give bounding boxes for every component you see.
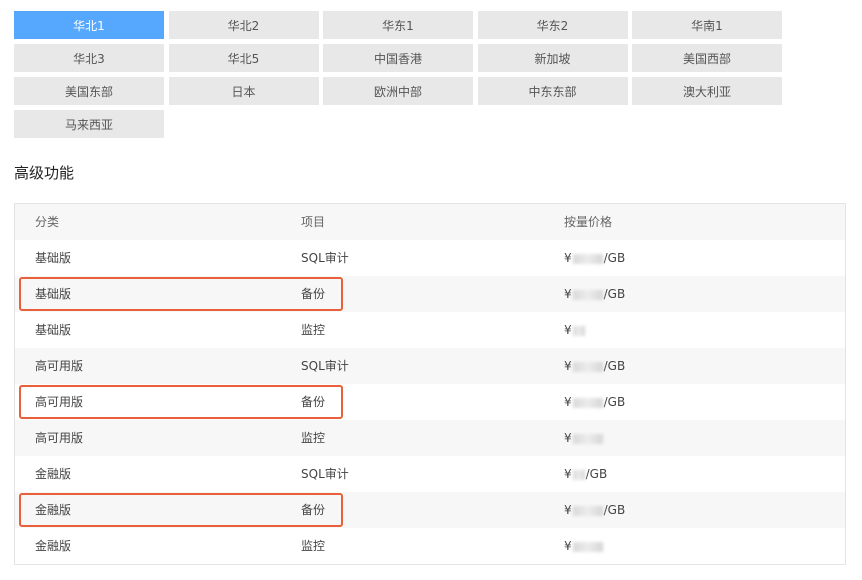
- table-header: 分类 项目 按量价格: [15, 204, 845, 240]
- price-currency: ¥: [564, 539, 572, 553]
- row-item: SQL审计: [301, 251, 349, 265]
- price-unit: /GB: [585, 467, 608, 481]
- price-currency: ¥: [564, 251, 572, 265]
- price-unit: /GB: [603, 251, 626, 265]
- redacted-price-value: [572, 541, 603, 552]
- region-tab[interactable]: 欧洲中部: [323, 77, 473, 105]
- price-currency: ¥: [564, 431, 572, 445]
- table-row: 高可用版 备份 ¥ /GB: [15, 384, 845, 420]
- price-unit: /GB: [603, 287, 626, 301]
- row-category: 高可用版: [35, 359, 84, 373]
- price-currency: ¥: [564, 287, 572, 301]
- price-currency: ¥: [564, 323, 572, 337]
- row-category: 基础版: [35, 251, 72, 265]
- row-price: ¥ /GB: [564, 348, 625, 384]
- region-tab[interactable]: 华东2: [477, 11, 628, 39]
- row-item: 备份: [301, 287, 326, 301]
- row-category: 高可用版: [35, 395, 84, 409]
- table-row: 高可用版 监控 ¥: [15, 420, 845, 456]
- redacted-price-value: [572, 325, 585, 336]
- region-tab[interactable]: 华南1: [632, 11, 782, 39]
- row-price: ¥ /GB: [564, 384, 625, 420]
- row-item: SQL审计: [301, 467, 349, 481]
- row-price: ¥ /GB: [564, 276, 625, 312]
- redacted-price-value: [572, 289, 603, 300]
- header-item: 项目: [301, 215, 326, 229]
- region-tab[interactable]: 华北1: [14, 11, 164, 39]
- region-tab[interactable]: 日本: [168, 77, 319, 105]
- price-unit: /GB: [603, 395, 626, 409]
- table-row: 基础版 监控 ¥: [15, 312, 845, 348]
- table-row: 金融版 监控 ¥: [15, 528, 845, 564]
- pricing-table: 分类 项目 按量价格 基础版 SQL审计 ¥/GB 基础版 备份 ¥/GB 基础版 监控 ¥ 高可…: [14, 203, 846, 565]
- row-item: 备份: [301, 395, 326, 409]
- region-tab[interactable]: 澳大利亚: [632, 77, 782, 105]
- region-tab[interactable]: 华北5: [168, 44, 319, 72]
- row-category: 金融版: [35, 539, 72, 553]
- region-tab[interactable]: 中东东部: [477, 77, 628, 105]
- table-row: 金融版 备份 ¥ /GB: [15, 492, 845, 528]
- header-category: 分类: [35, 215, 60, 229]
- section-title: 高级功能: [14, 164, 75, 182]
- region-tab[interactable]: 华北2: [168, 11, 319, 39]
- row-price: ¥: [564, 420, 604, 456]
- price-currency: ¥: [564, 359, 572, 373]
- row-price: ¥: [564, 528, 604, 564]
- redacted-price-value: [572, 397, 603, 408]
- row-category: 高可用版: [35, 431, 84, 445]
- redacted-price-value: [572, 505, 603, 516]
- region-tab[interactable]: 美国西部: [632, 44, 782, 72]
- row-category: 基础版: [35, 323, 72, 337]
- price-unit: /GB: [603, 503, 626, 517]
- price-currency: ¥: [564, 395, 572, 409]
- table-row: 基础版 SQL审计 ¥ /GB: [15, 240, 845, 276]
- region-tab[interactable]: 美国东部: [14, 77, 164, 105]
- redacted-price-value: [572, 361, 603, 372]
- region-tab[interactable]: 华北3: [14, 44, 164, 72]
- row-item: 监控: [301, 431, 326, 445]
- redacted-price-value: [572, 433, 603, 444]
- region-tab[interactable]: 新加坡: [477, 44, 628, 72]
- table-row: 金融版 SQL审计 ¥ /GB: [15, 456, 845, 492]
- table-row: 基础版 备份 ¥ /GB: [15, 276, 845, 312]
- price-unit: /GB: [603, 359, 626, 373]
- table-row: 高可用版 SQL审计 ¥ /GB: [15, 348, 845, 384]
- redacted-price-value: [572, 253, 603, 264]
- region-tab[interactable]: 华东1: [323, 11, 473, 39]
- price-currency: ¥: [564, 467, 572, 481]
- row-item: 监控: [301, 539, 326, 553]
- redacted-price-value: [572, 469, 585, 480]
- row-price: ¥ /GB: [564, 456, 607, 492]
- region-tab[interactable]: 马来西亚: [14, 110, 164, 138]
- row-category: 金融版: [35, 503, 72, 517]
- price-currency: ¥: [564, 503, 572, 517]
- region-tab[interactable]: 中国香港: [323, 44, 473, 72]
- row-item: 备份: [301, 503, 326, 517]
- row-category: 金融版: [35, 467, 72, 481]
- row-item: SQL审计: [301, 359, 349, 373]
- row-category: 基础版: [35, 287, 72, 301]
- row-item: 监控: [301, 323, 326, 337]
- row-price: ¥ /GB: [564, 492, 625, 528]
- header-price: 按量价格: [564, 215, 613, 229]
- row-price: ¥: [564, 312, 586, 348]
- row-price: ¥ /GB: [564, 240, 625, 276]
